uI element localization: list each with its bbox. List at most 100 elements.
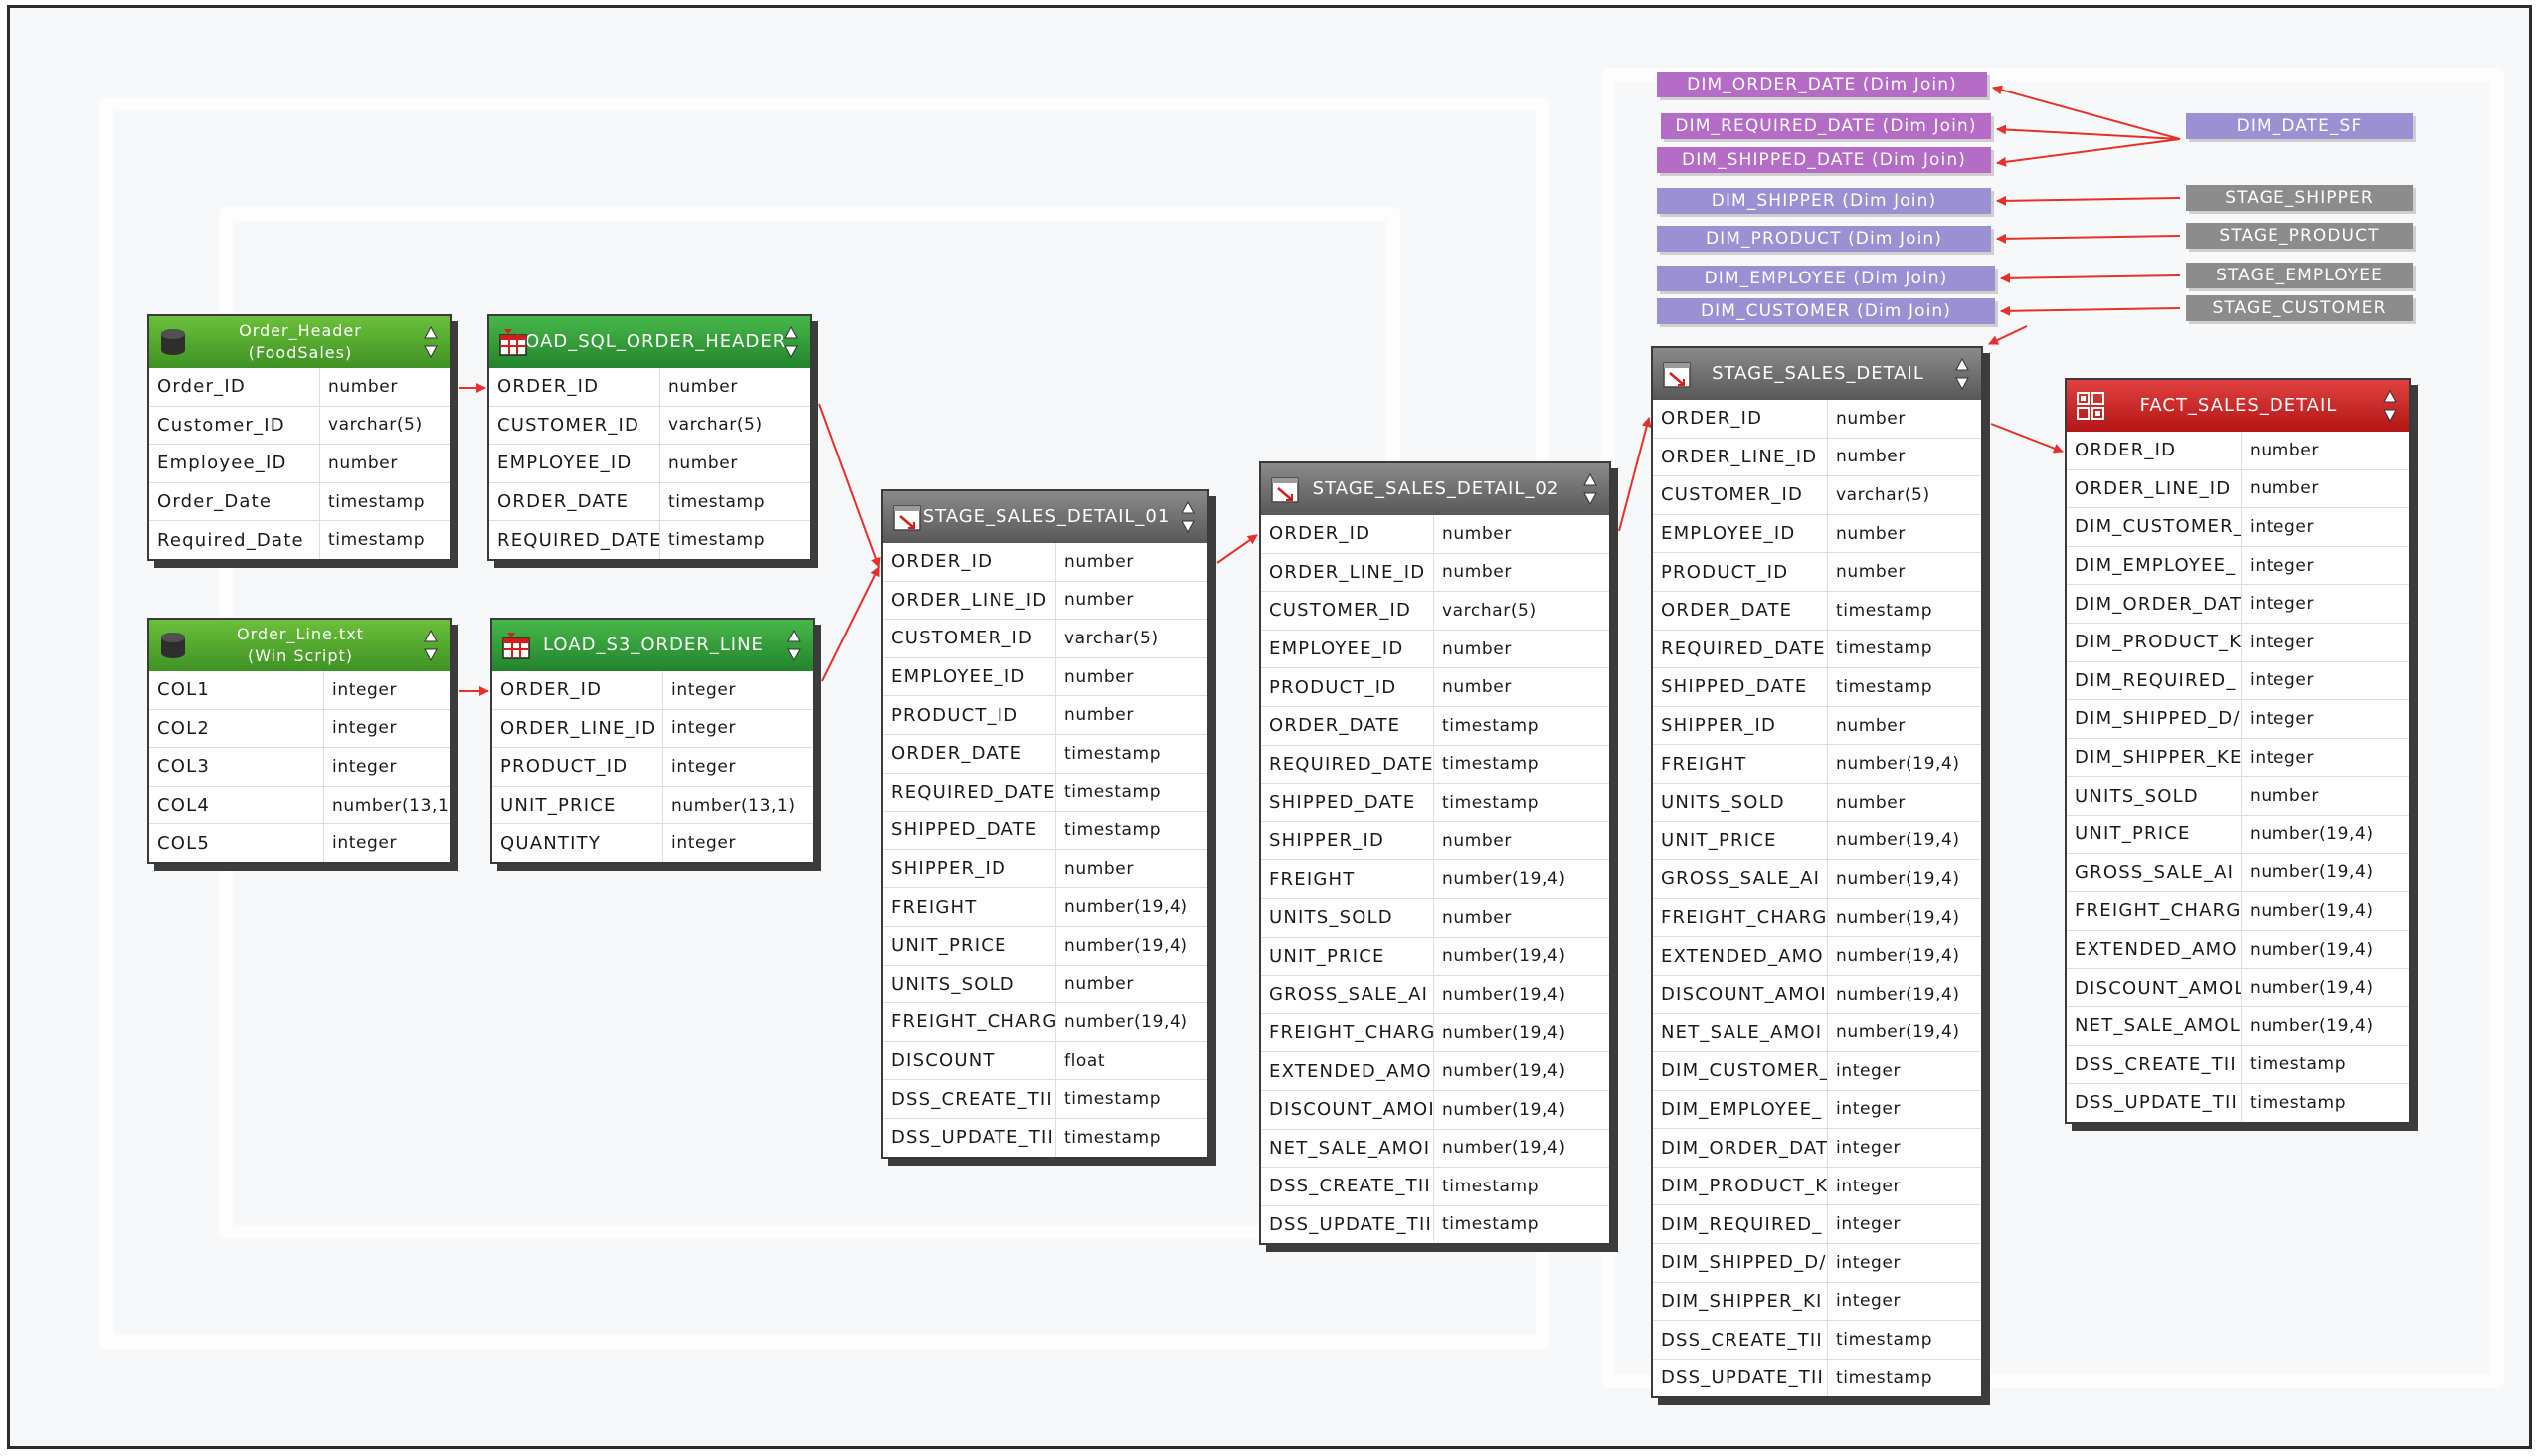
dim-join-employee[interactable]: DIM_EMPLOYEE (Dim Join)	[1657, 266, 1995, 291]
table-row[interactable]: FREIGHT_CHARG number(19,4)	[2067, 891, 2409, 930]
table-row[interactable]: DIM_CUSTOMER_ integer	[1653, 1051, 1981, 1090]
table-row[interactable]: Employee_ID number	[149, 444, 450, 482]
table-row[interactable]: ORDER_ID number	[489, 368, 810, 406]
table-row[interactable]: ORDER_DATE timestamp	[1261, 705, 1609, 745]
table-fact-sales-detail[interactable]: FACT_SALES_DETAIL ORDER_ID number ORDER_LI…	[2065, 378, 2411, 1124]
table-row[interactable]: DSS_UPDATE_TII timestamp	[1653, 1358, 1981, 1397]
table-row[interactable]: DISCOUNT_AMOI number(19,4)	[1653, 974, 1981, 1013]
table-row[interactable]: SHIPPER_ID number	[1261, 820, 1609, 860]
table-row[interactable]: ORDER_ID number	[883, 543, 1207, 581]
table-row[interactable]: DSS_UPDATE_TII timestamp	[2067, 1083, 2409, 1122]
table-row[interactable]: GROSS_SALE_AI number(19,4)	[1653, 859, 1981, 898]
dim-join-product[interactable]: DIM_PRODUCT (Dim Join)	[1657, 226, 1991, 252]
table-row[interactable]: DIM_EMPLOYEE_ integer	[1653, 1089, 1981, 1129]
table-header[interactable]: FACT_SALES_DETAIL	[2067, 380, 2409, 432]
table-row[interactable]: NET_SALE_AMOI number(19,4)	[1261, 1128, 1609, 1168]
table-row[interactable]: EXTENDED_AMO number(19,4)	[2067, 929, 2409, 969]
table-header[interactable]: LOAD_S3_ORDER_LINE	[492, 620, 813, 671]
table-row[interactable]: UNIT_PRICE number(19,4)	[2067, 814, 2409, 853]
table-stage-sales-detail-01[interactable]: STAGE_SALES_DETAIL_01 ORDER_ID number ORDE…	[881, 489, 1209, 1159]
table-order-line[interactable]: Order_Line.txt (Win Script) COL1 integer C…	[147, 618, 452, 864]
table-row[interactable]: COL2 integer	[149, 708, 450, 748]
table-row[interactable]: DIM_REQUIRED_ integer	[2067, 660, 2409, 700]
table-load-sql-order-header[interactable]: LOAD_SQL_ORDER_HEADER ORDER_ID number CUST…	[487, 314, 812, 561]
dim-join-required-date[interactable]: DIM_REQUIRED_DATE (Dim Join)	[1661, 113, 1991, 139]
table-row[interactable]: DSS_CREATE_TII timestamp	[883, 1079, 1207, 1118]
table-row[interactable]: COL5 integer	[149, 823, 450, 862]
table-header[interactable]: Order_Line.txt (Win Script)	[149, 620, 450, 671]
table-row[interactable]: Order_Date timestamp	[149, 481, 450, 521]
table-row[interactable]: ORDER_DATE timestamp	[1653, 590, 1981, 630]
table-row[interactable]: GROSS_SALE_AI number(19,4)	[1261, 975, 1609, 1013]
table-stage-sales-detail-02[interactable]: STAGE_SALES_DETAIL_02 ORDER_ID number ORDE…	[1259, 461, 1611, 1246]
table-row[interactable]: UNIT_PRICE number(19,4)	[1261, 936, 1609, 976]
table-row[interactable]: UNIT_PRICE number(13,1)	[492, 785, 813, 824]
table-row[interactable]: QUANTITY integer	[492, 823, 813, 862]
table-header[interactable]: STAGE_SALES_DETAIL	[1653, 348, 1981, 400]
source-stage-customer[interactable]: STAGE_CUSTOMER	[2186, 295, 2413, 321]
table-row[interactable]: ORDER_LINE_ID number	[2067, 468, 2409, 508]
table-row[interactable]: Required_Date timestamp	[149, 520, 450, 559]
table-row[interactable]: DIM_EMPLOYEE_ integer	[2067, 545, 2409, 585]
table-stage-sales-detail[interactable]: STAGE_SALES_DETAIL ORDER_ID number ORDER_L…	[1651, 346, 1983, 1399]
table-row[interactable]: FREIGHT number(19,4)	[1653, 744, 1981, 783]
table-row[interactable]: ORDER_ID number	[1261, 515, 1609, 553]
table-row[interactable]: EMPLOYEE_ID number	[1261, 629, 1609, 668]
source-dim-date-sf[interactable]: DIM_DATE_SF	[2186, 113, 2413, 139]
table-row[interactable]: COL4 number(13,1	[149, 785, 450, 824]
table-row[interactable]: CUSTOMER_ID varchar(5)	[489, 405, 810, 445]
table-row[interactable]: DSS_UPDATE_TII timestamp	[883, 1117, 1207, 1157]
table-row[interactable]: DIM_PRODUCT_K integer	[2067, 622, 2409, 661]
table-row[interactable]: SHIPPED_DATE timestamp	[1653, 667, 1981, 706]
table-row[interactable]: UNIT_PRICE number(19,4)	[883, 925, 1207, 965]
table-row[interactable]: ORDER_DATE timestamp	[489, 481, 810, 521]
table-row[interactable]: DIM_ORDER_DAT integer	[1653, 1128, 1981, 1167]
table-row[interactable]: UNITS_SOLD number	[1261, 897, 1609, 937]
table-row[interactable]: COL1 integer	[149, 671, 450, 709]
table-row[interactable]: DSS_CREATE_TII timestamp	[1653, 1320, 1981, 1359]
table-row[interactable]: SHIPPER_ID number	[883, 848, 1207, 888]
table-row[interactable]: FREIGHT number(19,4)	[1261, 859, 1609, 898]
sort-arrows-icon[interactable]	[787, 630, 801, 661]
table-row[interactable]: DISCOUNT_AMOI number(19,4)	[1261, 1089, 1609, 1129]
table-row[interactable]: UNITS_SOLD number	[883, 964, 1207, 1003]
sort-arrows-icon[interactable]	[424, 630, 438, 661]
table-row[interactable]: CUSTOMER_ID varchar(5)	[1261, 591, 1609, 630]
table-row[interactable]: DSS_UPDATE_TII timestamp	[1261, 1204, 1609, 1244]
table-row[interactable]: REQUIRED_DATE timestamp	[1653, 629, 1981, 668]
table-row[interactable]: SHIPPED_DATE timestamp	[1261, 783, 1609, 821]
table-row[interactable]: PRODUCT_ID number	[1653, 552, 1981, 591]
source-stage-product[interactable]: STAGE_PRODUCT	[2186, 223, 2413, 249]
table-row[interactable]: Customer_ID varchar(5)	[149, 405, 450, 445]
table-row[interactable]: FREIGHT_CHARG number(19,4)	[883, 1002, 1207, 1041]
table-row[interactable]: SHIPPER_ID number	[1653, 705, 1981, 745]
dim-join-customer[interactable]: DIM_CUSTOMER (Dim Join)	[1657, 298, 1995, 324]
table-row[interactable]: REQUIRED_DATE timestamp	[883, 772, 1207, 812]
table-row[interactable]: PRODUCT_ID integer	[492, 747, 813, 786]
source-stage-shipper[interactable]: STAGE_SHIPPER	[2186, 185, 2413, 211]
table-header[interactable]: STAGE_SALES_DETAIL_01	[883, 491, 1207, 543]
table-row[interactable]: ORDER_LINE_ID number	[883, 580, 1207, 620]
table-row[interactable]: ORDER_ID integer	[492, 671, 813, 709]
table-row[interactable]: NET_SALE_AMOL number(19,4)	[2067, 1005, 2409, 1045]
table-row[interactable]: DIM_PRODUCT_K integer	[1653, 1166, 1981, 1205]
table-row[interactable]: EMPLOYEE_ID number	[883, 656, 1207, 696]
table-row[interactable]: REQUIRED_DATE timestamp	[1261, 744, 1609, 784]
table-row[interactable]: DISCOUNT float	[883, 1040, 1207, 1080]
table-row[interactable]: UNIT_PRICE number(19,4)	[1653, 820, 1981, 860]
table-row[interactable]: UNITS_SOLD number	[2067, 776, 2409, 815]
table-row[interactable]: FREIGHT_CHARG number(19,4)	[1261, 1012, 1609, 1052]
table-row[interactable]: DIM_SHIPPER_KI integer	[1653, 1281, 1981, 1321]
sort-arrows-icon[interactable]	[2383, 390, 2397, 422]
table-row[interactable]: EXTENDED_AMO number(19,4)	[1261, 1051, 1609, 1090]
table-row[interactable]: FREIGHT_CHARG number(19,4)	[1653, 897, 1981, 937]
table-row[interactable]: CUSTOMER_ID varchar(5)	[1653, 475, 1981, 514]
source-stage-employee[interactable]: STAGE_EMPLOYEE	[2186, 263, 2413, 288]
table-row[interactable]: SHIPPED_DATE timestamp	[883, 811, 1207, 849]
table-row[interactable]: ORDER_DATE timestamp	[883, 733, 1207, 773]
table-row[interactable]: Order_ID number	[149, 368, 450, 406]
table-row[interactable]: DSS_CREATE_TII timestamp	[2067, 1044, 2409, 1084]
table-order-header[interactable]: Order_Header (FoodSales) Order_ID number C…	[147, 314, 452, 561]
table-row[interactable]: DIM_SHIPPER_KE integer	[2067, 737, 2409, 777]
table-header[interactable]: Order_Header (FoodSales)	[149, 316, 450, 368]
